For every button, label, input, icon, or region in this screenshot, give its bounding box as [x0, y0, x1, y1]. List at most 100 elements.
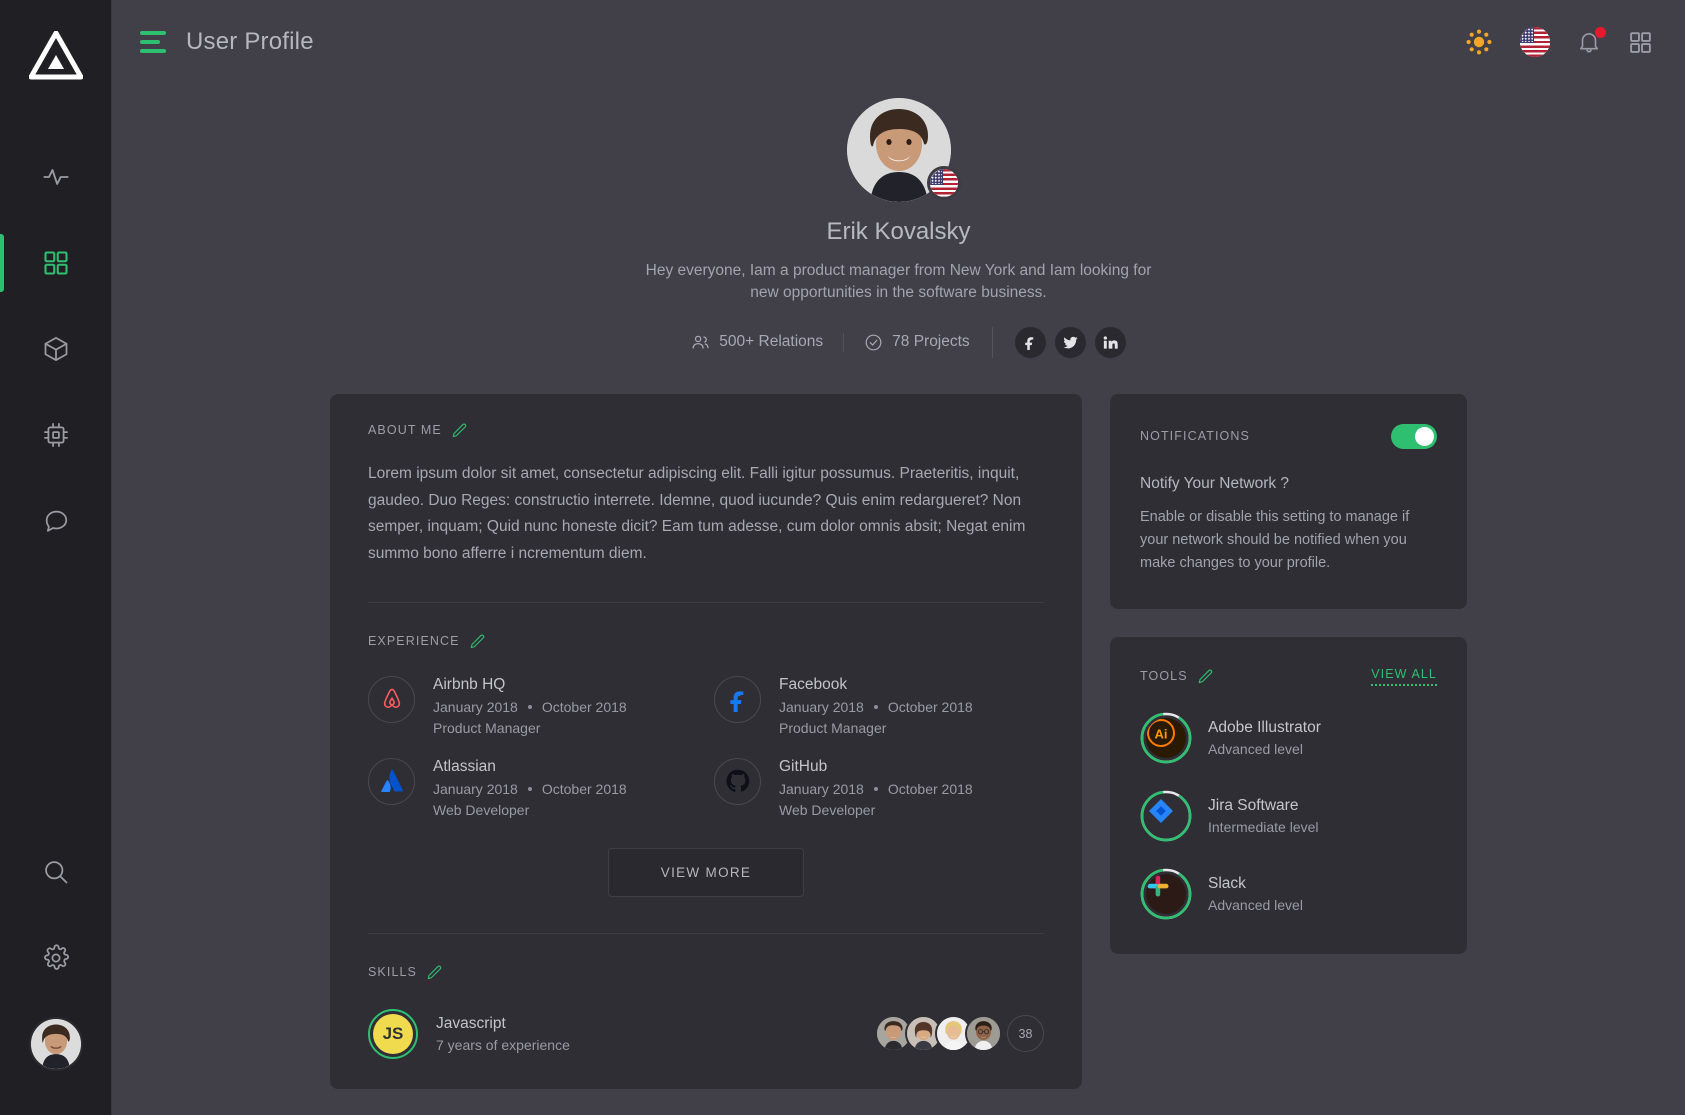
endorser-count-badge[interactable]: 38	[1007, 1015, 1044, 1053]
notifications-title: Notify Your Network ?	[1140, 474, 1290, 492]
endorser-avatars: 38	[875, 1015, 1044, 1053]
sidebar-nav-top	[0, 134, 111, 564]
tools-card-header: TOOLS VIEW ALL	[1140, 667, 1437, 686]
tool-level: Advanced level	[1208, 896, 1303, 913]
stat-projects[interactable]: 78 Projects	[843, 332, 990, 352]
tool-progress-ring	[1140, 868, 1192, 920]
tool-name: Slack	[1208, 874, 1246, 892]
sidebar-item-messages[interactable]	[0, 478, 111, 564]
social-twitter[interactable]	[1054, 326, 1086, 358]
sidebar-item-search[interactable]	[0, 829, 111, 915]
endorser-avatar[interactable]	[965, 1015, 1002, 1053]
adobe-illustrator-logo-icon: Ai	[1146, 717, 1186, 758]
profile-details-card: ABOUT ME Lorem ipsum dolor sit amet, con…	[330, 393, 1082, 1089]
experience-item-airbnb[interactable]: Airbnb HQ January 2018 October 2018 Prod…	[368, 675, 698, 736]
experience-dates: January 2018 October 2018	[779, 699, 973, 715]
app-logo[interactable]	[0, 0, 111, 112]
social-facebook[interactable]	[1014, 326, 1046, 358]
facebook-icon	[1025, 337, 1034, 351]
social-linkedin[interactable]	[1094, 326, 1126, 358]
tool-level: Advanced level	[1208, 740, 1303, 757]
facebook-logo-icon	[714, 675, 761, 723]
sidebar-item-settings[interactable]	[0, 915, 111, 1001]
activity-pulse-icon	[42, 169, 69, 185]
experience-item-github[interactable]: GitHub January 2018 October 2018 Web Dev…	[714, 757, 1044, 818]
experience-section-header: EXPERIENCE	[368, 633, 1044, 650]
separator-dot	[527, 786, 532, 791]
tool-progress-ring	[1140, 790, 1192, 842]
experience-role: Web Developer	[779, 801, 876, 818]
notifications-button[interactable]	[1576, 27, 1606, 55]
app-root: User Profile Erik Kovalsky Hey everyone,…	[0, 0, 1685, 1115]
avatar-icon	[967, 1017, 1000, 1051]
separator-dot	[873, 704, 878, 709]
experience-role: Web Developer	[433, 801, 530, 818]
experience-item-atlassian[interactable]: Atlassian January 2018 October 2018 Web …	[368, 757, 698, 818]
tool-name: Jira Software	[1208, 796, 1299, 814]
check-circle-icon	[865, 334, 882, 351]
experience-end: October 2018	[541, 698, 627, 715]
left-column: ABOUT ME Lorem ipsum dolor sit amet, con…	[330, 393, 1082, 1089]
gear-icon	[43, 944, 69, 970]
tools-label: TOOLS	[1140, 669, 1188, 684]
view-all-link[interactable]: VIEW ALL	[1371, 667, 1437, 686]
svg-text:Ai: Ai	[1155, 726, 1168, 741]
tools-card: TOOLS VIEW ALL Ai Adobe Illustrator Adva…	[1110, 636, 1467, 954]
main-area: User Profile Erik Kovalsky Hey everyone,…	[112, 0, 1685, 1115]
tool-name: Adobe Illustrator	[1208, 718, 1321, 736]
experience-company: GitHub	[779, 757, 828, 775]
apps-grid-icon	[1630, 31, 1651, 53]
pencil-icon[interactable]	[426, 964, 443, 981]
language-button[interactable]	[1520, 27, 1550, 57]
view-more-wrap: VIEW MORE	[368, 847, 1044, 897]
tool-text: Slack Advanced level	[1208, 875, 1303, 913]
grid-icon	[43, 251, 68, 275]
theme-toggle-button[interactable]	[1464, 27, 1494, 57]
skill-experience: 7 years of experience	[436, 1036, 570, 1053]
hamburger-menu-icon[interactable]	[140, 31, 166, 53]
sidebar-item-devices[interactable]	[0, 392, 111, 478]
tool-item-jira-software[interactable]: Jira Software Intermediate level	[1140, 790, 1437, 842]
skills-label: SKILLS	[368, 965, 417, 980]
experience-role: Product Manager	[433, 719, 541, 736]
profile-avatar-wrap[interactable]	[846, 98, 961, 202]
tool-item-adobe-illustrator[interactable]: Ai Adobe Illustrator Advanced level	[1140, 712, 1437, 764]
notifications-toggle[interactable]	[1391, 423, 1437, 449]
sidebar-item-packages[interactable]	[0, 306, 111, 392]
sidebar-nav-bottom	[0, 829, 111, 1115]
tool-text: Jira Software Intermediate level	[1208, 797, 1319, 835]
github-logo-icon	[714, 757, 761, 805]
about-label: ABOUT ME	[368, 423, 442, 438]
pencil-icon[interactable]	[469, 633, 486, 650]
profile-name: Erik Kovalsky	[826, 218, 971, 245]
sidebar-item-activity[interactable]	[0, 134, 111, 220]
apps-button[interactable]	[1628, 30, 1653, 55]
notifications-card-header: NOTIFICATIONS	[1140, 423, 1437, 449]
experience-start: January 2018	[779, 780, 864, 797]
view-more-button[interactable]: VIEW MORE	[607, 847, 805, 897]
slack-logo-icon	[1146, 873, 1186, 914]
sidebar-item-account[interactable]	[0, 1001, 111, 1087]
tool-item-slack[interactable]: Slack Advanced level	[1140, 868, 1437, 920]
pencil-icon[interactable]	[1197, 668, 1214, 685]
social-links	[991, 326, 1126, 358]
cube-icon	[44, 337, 67, 361]
profile-hero: Erik Kovalsky Hey everyone, Iam a produc…	[112, 84, 1685, 364]
triangle-logo-icon	[28, 31, 83, 80]
sun-icon	[1466, 29, 1492, 55]
experience-company: Atlassian	[433, 757, 496, 775]
sidebar-item-dashboard[interactable]	[0, 220, 111, 306]
about-section-header: ABOUT ME	[368, 422, 1044, 439]
pencil-icon[interactable]	[451, 422, 468, 439]
right-column: NOTIFICATIONS Notify Your Network ? Enab…	[1110, 393, 1467, 954]
avatar	[28, 1017, 83, 1071]
skill-item-javascript[interactable]: JS Javascript 7 years of experience 38	[368, 1008, 1044, 1059]
about-text: Lorem ipsum dolor sit amet, consectetur …	[368, 464, 1026, 562]
cpu-chip-icon	[43, 423, 68, 447]
notifications-label: NOTIFICATIONS	[1140, 429, 1250, 444]
separator-dot	[527, 704, 532, 709]
profile-stats: 500+ Relations 78 Projects	[112, 326, 1685, 358]
header-actions	[1464, 27, 1653, 57]
experience-item-facebook[interactable]: Facebook January 2018 October 2018 Produ…	[714, 675, 1044, 736]
stat-relations[interactable]: 500+ Relations	[671, 333, 843, 352]
